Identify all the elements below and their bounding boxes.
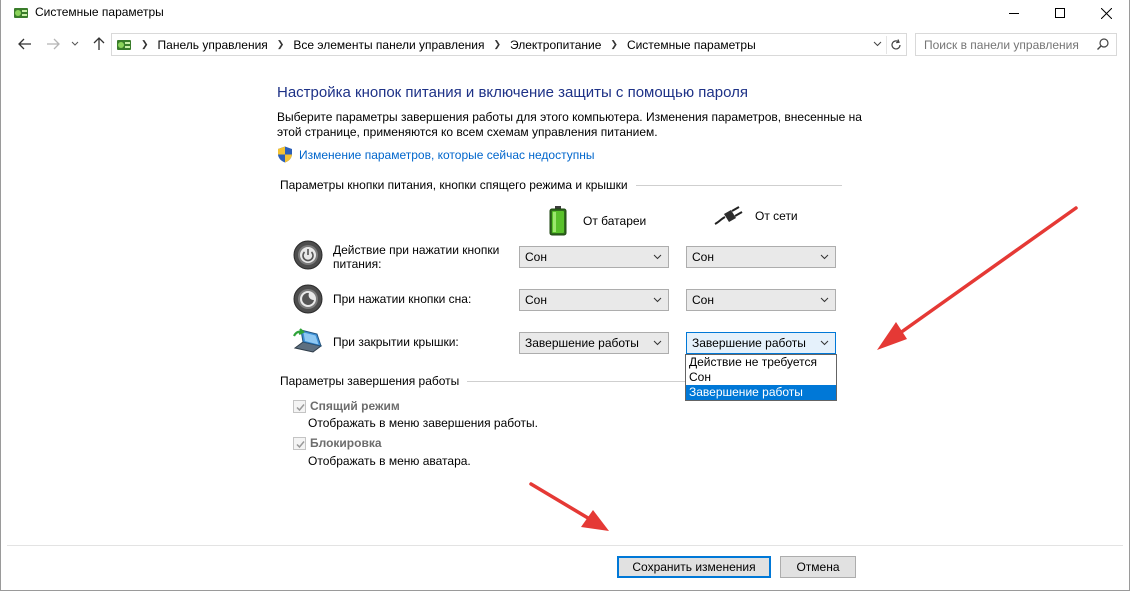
dropdown-option-shutdown[interactable]: Завершение работы (686, 385, 836, 400)
chevron-down-icon (71, 41, 79, 46)
lock-checkbox-row[interactable]: Блокировка (293, 436, 382, 450)
sleep-checkbox-label: Спящий режим (310, 399, 400, 413)
search-icon (1097, 38, 1109, 50)
back-arrow-icon (18, 38, 31, 50)
select-value: Сон (525, 250, 547, 264)
minimize-button[interactable] (991, 0, 1037, 26)
back-button[interactable] (15, 34, 35, 54)
breadcrumb-separator[interactable]: ❯ (610, 39, 618, 50)
checkmark-icon (296, 403, 305, 411)
address-history-button[interactable] (873, 39, 882, 49)
up-button[interactable] (89, 34, 109, 54)
battery-icon (549, 206, 567, 236)
breadcrumb-separator[interactable]: ❯ (141, 39, 149, 50)
power-group-title: Параметры кнопки питания, кнопки спящего… (280, 178, 628, 192)
forward-arrow-icon (47, 38, 60, 50)
power-button-ac-select[interactable]: Сон (686, 246, 836, 268)
lock-checkbox-label: Блокировка (310, 436, 382, 450)
dropdown-option-do-nothing[interactable]: Действие не требуется (686, 355, 836, 370)
select-value: Завершение работы (525, 336, 639, 350)
chevron-down-icon (653, 254, 662, 260)
maximize-icon (1055, 8, 1065, 18)
select-value: Сон (692, 293, 714, 307)
group-divider (635, 184, 842, 186)
shutdown-group-header: Параметры завершения работы (280, 374, 688, 388)
window-title: Системные параметры (35, 5, 164, 19)
checkmark-icon (296, 440, 305, 448)
close-icon (1100, 7, 1112, 19)
breadcrumb-control-panel[interactable]: Панель управления (158, 38, 268, 52)
title-bar: Системные параметры (1, 0, 1129, 26)
laptop-lid-icon (293, 328, 323, 353)
main-content: Настройка кнопок питания и включение защ… (1, 60, 1129, 544)
refresh-icon (890, 39, 901, 50)
lid-close-battery-select[interactable]: Завершение работы (519, 332, 669, 354)
cancel-button[interactable]: Отмена (780, 556, 856, 578)
page-description: Выберите параметры завершения работы для… (277, 110, 862, 139)
address-bar[interactable]: ❯ Панель управления ❯ Все элементы панел… (111, 33, 907, 56)
chevron-down-icon (820, 297, 829, 303)
lid-close-ac-select[interactable]: Завершение работы (686, 332, 836, 354)
sleep-checkbox-description: Отображать в меню завершения работы. (308, 416, 539, 430)
power-plug-icon (714, 206, 743, 225)
chevron-down-icon (873, 41, 882, 47)
refresh-button[interactable] (886, 36, 904, 54)
lid-close-ac-dropdown-list: Действие не требуется Сон Завершение раб… (685, 354, 837, 401)
lock-checkbox-description: Отображать в меню аватара. (308, 454, 471, 468)
page-title: Настройка кнопок питания и включение защ… (277, 84, 748, 101)
recent-locations-button[interactable] (65, 34, 85, 54)
navigation-bar: ❯ Панель управления ❯ Все элементы панел… (1, 30, 1129, 58)
close-button[interactable] (1083, 0, 1129, 26)
forward-button[interactable] (43, 34, 63, 54)
select-value: Завершение работы (692, 336, 806, 350)
chevron-down-icon (653, 340, 662, 346)
column-ac-label: От сети (755, 209, 798, 223)
control-panel-icon (14, 8, 28, 18)
sleep-button-icon (293, 284, 323, 314)
breadcrumb-separator[interactable]: ❯ (277, 39, 285, 50)
power-group-header: Параметры кнопки питания, кнопки спящего… (280, 178, 842, 192)
column-battery: От батареи (549, 206, 646, 236)
column-ac: От сети (713, 206, 798, 226)
breadcrumb-separator[interactable]: ❯ (493, 39, 501, 50)
sleep-button-ac-select[interactable]: Сон (686, 289, 836, 311)
save-changes-button[interactable]: Сохранить изменения (617, 556, 771, 578)
search-input[interactable] (924, 37, 1094, 52)
lid-close-label: При закрытии крышки: (333, 335, 459, 349)
chevron-down-icon (820, 254, 829, 260)
group-divider (467, 380, 688, 382)
select-value: Сон (525, 293, 547, 307)
breadcrumb-system-settings[interactable]: Системные параметры (627, 38, 756, 52)
chevron-down-icon (653, 297, 662, 303)
breadcrumb-power-options[interactable]: Электропитание (510, 38, 601, 52)
up-arrow-icon (93, 37, 105, 50)
sleep-button-label: При нажатии кнопки сна: (333, 292, 472, 306)
power-button-icon (293, 240, 323, 270)
control-panel-icon (117, 39, 131, 50)
dropdown-option-sleep[interactable]: Сон (686, 370, 836, 385)
system-settings-window: Системные параметры ❯ Панель управления … (0, 0, 1130, 591)
maximize-button[interactable] (1037, 0, 1083, 26)
bottom-divider (7, 545, 1123, 546)
shutdown-group-title: Параметры завершения работы (280, 374, 460, 388)
sleep-checkbox[interactable] (293, 399, 306, 413)
power-button-battery-select[interactable]: Сон (519, 246, 669, 268)
admin-settings-link[interactable]: Изменение параметров, которые сейчас нед… (277, 146, 595, 163)
power-button-label: Действие при нажатии кнопки питания: (333, 243, 500, 271)
sleep-button-battery-select[interactable]: Сон (519, 289, 669, 311)
minimize-icon (1009, 12, 1019, 14)
breadcrumb-all-items[interactable]: Все элементы панели управления (293, 38, 484, 52)
sleep-checkbox-row[interactable]: Спящий режим (293, 399, 400, 413)
admin-link-text[interactable]: Изменение параметров, которые сейчас нед… (299, 148, 595, 162)
uac-shield-icon (278, 146, 292, 163)
column-battery-label: От батареи (583, 214, 647, 228)
chevron-down-icon (820, 340, 829, 346)
select-value: Сон (692, 250, 714, 264)
search-box[interactable] (915, 33, 1117, 56)
lock-checkbox[interactable] (293, 436, 306, 450)
